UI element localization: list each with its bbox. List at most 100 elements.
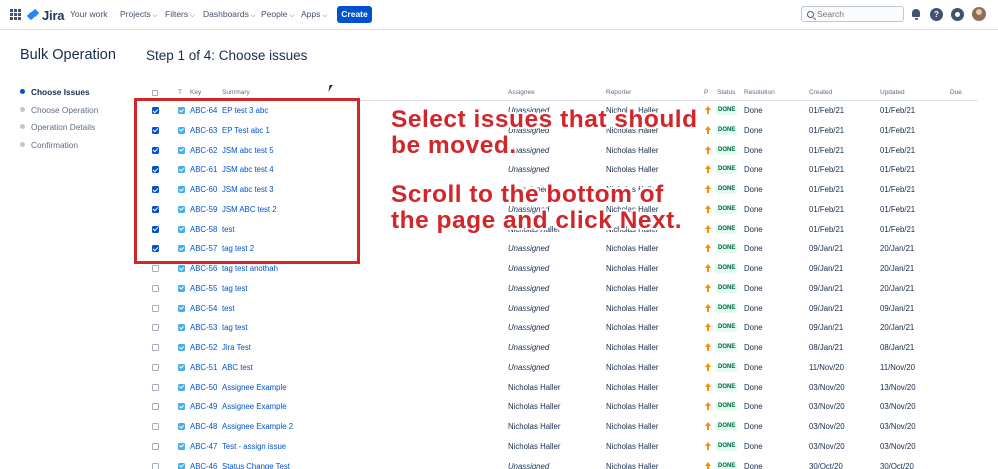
logo-text: Jira bbox=[42, 7, 65, 23]
issue-summary-link[interactable]: tag test bbox=[222, 323, 248, 332]
search-input[interactable] bbox=[817, 8, 901, 20]
issue-key-link[interactable]: ABC-51 bbox=[190, 363, 217, 372]
issue-key-link[interactable]: ABC-53 bbox=[190, 323, 217, 332]
nav-people[interactable]: People ⌵ bbox=[261, 9, 294, 20]
task-type-icon bbox=[178, 442, 185, 450]
resolution-cell: Done bbox=[744, 106, 763, 115]
resolution-cell: Done bbox=[744, 204, 763, 214]
issue-key-link[interactable]: ABC-50 bbox=[190, 383, 217, 392]
issue-key-link[interactable]: ABC-49 bbox=[190, 402, 217, 411]
column-header-type[interactable]: T bbox=[178, 89, 182, 96]
column-header-created[interactable]: Created bbox=[809, 89, 832, 96]
row-checkbox[interactable] bbox=[152, 324, 159, 332]
chevron-down-icon: ⌵ bbox=[250, 13, 256, 19]
row-checkbox[interactable] bbox=[152, 304, 159, 312]
resolution-cell: Done bbox=[744, 165, 763, 175]
assignee-cell: Nicholas Haller bbox=[508, 382, 561, 392]
priority-high-icon bbox=[705, 343, 711, 351]
updated-date-cell: 08/Jan/21 bbox=[880, 343, 915, 352]
issue-key-link[interactable]: ABC-47 bbox=[190, 442, 217, 451]
created-date-cell: 09/Jan/21 bbox=[809, 244, 844, 254]
notifications-bell-icon[interactable] bbox=[910, 8, 923, 21]
issue-summary-link[interactable]: Assignee Example bbox=[222, 402, 287, 411]
table-row: ABC-48 Assignee Example 2 Nicholas Haller N… bbox=[146, 417, 978, 437]
issue-summary-link[interactable]: test bbox=[222, 304, 235, 313]
resolution-cell: Done bbox=[744, 441, 763, 451]
issue-summary-link[interactable]: tag test bbox=[222, 284, 248, 293]
column-header-reporter[interactable]: Reporter bbox=[606, 89, 631, 96]
issue-summary-link[interactable]: ABC test bbox=[222, 363, 253, 372]
row-checkbox[interactable] bbox=[152, 344, 159, 351]
issue-summary-link[interactable]: Test - assign issue bbox=[222, 442, 286, 451]
assignee-cell: Unassigned bbox=[508, 343, 550, 352]
resolution-cell: Done bbox=[744, 264, 763, 273]
nav-projects[interactable]: Projects ⌵ bbox=[120, 9, 157, 20]
updated-date-cell: 30/Oct/20 bbox=[880, 461, 914, 469]
column-header-resolution[interactable]: Resolution bbox=[744, 89, 775, 96]
issue-summary-link[interactable]: Assignee Example bbox=[222, 383, 287, 392]
settings-gear-icon[interactable] bbox=[951, 8, 964, 21]
issue-key-link[interactable]: ABC-46 bbox=[190, 462, 217, 469]
column-header-assignee[interactable]: Assignee bbox=[508, 89, 535, 96]
row-checkbox[interactable] bbox=[152, 442, 159, 450]
row-checkbox[interactable] bbox=[152, 284, 159, 292]
issue-summary-link[interactable]: tag test anothah bbox=[222, 264, 278, 273]
updated-date-cell: 13/Nov/20 bbox=[880, 382, 916, 392]
status-badge: DONE bbox=[716, 224, 738, 234]
column-header-due[interactable]: Due bbox=[950, 89, 962, 96]
created-date-cell: 03/Nov/20 bbox=[809, 382, 845, 392]
step-title: Step 1 of 4: Choose issues bbox=[146, 48, 308, 63]
row-checkbox[interactable] bbox=[152, 403, 159, 411]
priority-high-icon bbox=[705, 185, 711, 193]
issue-key-link[interactable]: ABC-52 bbox=[190, 343, 217, 352]
updated-date-cell: 01/Feb/21 bbox=[880, 204, 916, 214]
nav-filters[interactable]: Filters ⌵ bbox=[165, 9, 195, 20]
row-checkbox[interactable] bbox=[152, 363, 159, 371]
create-button[interactable]: Create bbox=[337, 6, 372, 23]
select-all-checkbox[interactable] bbox=[152, 90, 158, 96]
priority-high-icon bbox=[705, 382, 711, 391]
nav-your-work[interactable]: Your work bbox=[70, 9, 107, 19]
issue-summary-link[interactable]: Jira Test bbox=[222, 343, 251, 352]
reporter-cell: Nicholas Haller bbox=[606, 244, 659, 254]
status-badge: DONE bbox=[716, 125, 738, 135]
jira-logo[interactable]: Jira bbox=[26, 7, 65, 23]
column-header-key[interactable]: Key bbox=[190, 89, 201, 96]
row-checkbox[interactable] bbox=[152, 383, 159, 391]
step-confirmation: Confirmation bbox=[20, 139, 98, 157]
row-checkbox[interactable] bbox=[152, 423, 159, 430]
help-icon[interactable]: ? bbox=[930, 8, 943, 21]
search-icon bbox=[807, 11, 814, 18]
created-date-cell: 01/Feb/21 bbox=[809, 204, 845, 214]
task-type-icon bbox=[178, 304, 185, 312]
table-row: ABC-50 Assignee Example Nicholas Haller Nic… bbox=[146, 378, 978, 398]
row-checkbox[interactable] bbox=[152, 265, 159, 272]
issue-summary-link[interactable]: Assignee Example 2 bbox=[222, 422, 293, 431]
wizard-steps: Choose Issues Choose Operation Operation… bbox=[20, 86, 98, 157]
issue-summary-link[interactable]: Status Change Test bbox=[222, 462, 290, 469]
updated-date-cell: 11/Nov/20 bbox=[880, 362, 915, 372]
row-checkbox[interactable] bbox=[152, 462, 159, 469]
reporter-cell: Nicholas Haller bbox=[606, 283, 659, 293]
reporter-cell: Nicholas Haller bbox=[606, 461, 659, 469]
nav-dashboards[interactable]: Dashboards ⌵ bbox=[203, 9, 255, 20]
app-switcher-icon[interactable] bbox=[10, 9, 21, 20]
issue-key-link[interactable]: ABC-54 bbox=[190, 304, 217, 313]
issue-key-link[interactable]: ABC-55 bbox=[190, 284, 217, 293]
column-header-status[interactable]: Status bbox=[717, 89, 735, 96]
table-row: ABC-46 Status Change Test Unassigned Nichol… bbox=[146, 457, 978, 469]
resolution-cell: Done bbox=[744, 461, 763, 469]
created-date-cell: 03/Nov/20 bbox=[809, 422, 845, 431]
column-header-priority[interactable]: P bbox=[704, 89, 708, 96]
status-badge: DONE bbox=[716, 264, 738, 273]
issue-key-link[interactable]: ABC-48 bbox=[190, 422, 217, 431]
column-header-updated[interactable]: Updated bbox=[880, 89, 905, 96]
chevron-down-icon: ⌵ bbox=[289, 13, 295, 19]
search-box[interactable] bbox=[801, 6, 904, 22]
step-operation-details: Operation Details bbox=[20, 121, 98, 139]
user-avatar[interactable] bbox=[972, 7, 986, 21]
assignee-cell: Unassigned bbox=[508, 264, 550, 273]
issue-key-link[interactable]: ABC-56 bbox=[190, 264, 217, 273]
nav-apps[interactable]: Apps ⌵ bbox=[301, 9, 327, 20]
column-header-summary[interactable]: Summary bbox=[222, 89, 250, 96]
